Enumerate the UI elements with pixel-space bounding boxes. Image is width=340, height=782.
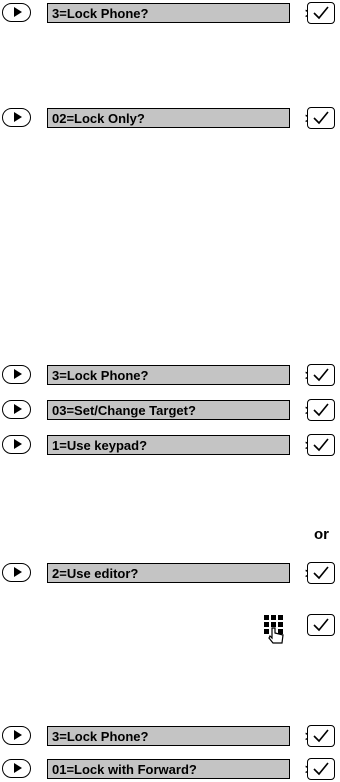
menu-item-label: 3=Lock Phone? <box>52 729 149 744</box>
arrow-icon[interactable] <box>2 563 31 582</box>
menu-item-label: 01=Lock with Forward? <box>52 762 197 777</box>
menu-row[interactable]: 2=Use editor? > <box>0 560 340 586</box>
menu-item[interactable]: 2=Use editor? > <box>47 563 322 583</box>
menu-row[interactable]: 3=Lock Phone? > <box>0 0 340 26</box>
arrow-icon[interactable] <box>2 726 31 745</box>
arrow-icon[interactable] <box>2 435 31 454</box>
menu-item[interactable]: 02=Lock Only? > <box>47 108 322 128</box>
menu-row[interactable]: 3=Lock Phone? > <box>0 362 340 388</box>
checkmark-icon[interactable] <box>307 2 335 24</box>
checkmark-icon[interactable] <box>307 758 335 780</box>
checkmark-icon[interactable] <box>307 725 335 747</box>
menu-item-label: 2=Use editor? <box>52 566 139 581</box>
checkmark-icon[interactable] <box>307 614 335 636</box>
menu-item[interactable]: 3=Lock Phone? > <box>47 3 322 23</box>
menu-item-label: 02=Lock Only? <box>52 111 145 126</box>
menu-item-label: 03=Set/Change Target? <box>52 403 196 418</box>
arrow-icon[interactable] <box>2 3 31 22</box>
menu-item[interactable]: 1=Use keypad? > <box>47 435 322 455</box>
arrow-icon[interactable] <box>2 759 31 778</box>
menu-item-label: 3=Lock Phone? <box>52 368 149 383</box>
menu-item[interactable]: 3=Lock Phone? > <box>47 726 322 746</box>
checkmark-icon[interactable] <box>307 399 335 421</box>
or-separator: or <box>314 526 329 543</box>
menu-row[interactable]: 01=Lock with Forward? > <box>0 756 340 782</box>
confirm-row <box>0 612 340 638</box>
menu-row[interactable]: 03=Set/Change Target? > <box>0 397 340 423</box>
menu-row[interactable]: 02=Lock Only? > <box>0 105 340 131</box>
menu-item-label: 1=Use keypad? <box>52 438 148 453</box>
checkmark-icon[interactable] <box>307 434 335 456</box>
checkmark-icon[interactable] <box>307 107 335 129</box>
menu-item[interactable]: 01=Lock with Forward? > <box>47 759 322 779</box>
checkmark-icon[interactable] <box>307 562 335 584</box>
arrow-icon[interactable] <box>2 400 31 419</box>
menu-row[interactable]: 3=Lock Phone? > <box>0 723 340 749</box>
menu-item[interactable]: 03=Set/Change Target? > <box>47 400 322 420</box>
menu-item-label: 3=Lock Phone? <box>52 6 149 21</box>
checkmark-icon[interactable] <box>307 364 335 386</box>
menu-row[interactable]: 1=Use keypad? > <box>0 432 340 458</box>
menu-item[interactable]: 3=Lock Phone? > <box>47 365 322 385</box>
arrow-icon[interactable] <box>2 365 31 384</box>
arrow-icon[interactable] <box>2 108 31 127</box>
